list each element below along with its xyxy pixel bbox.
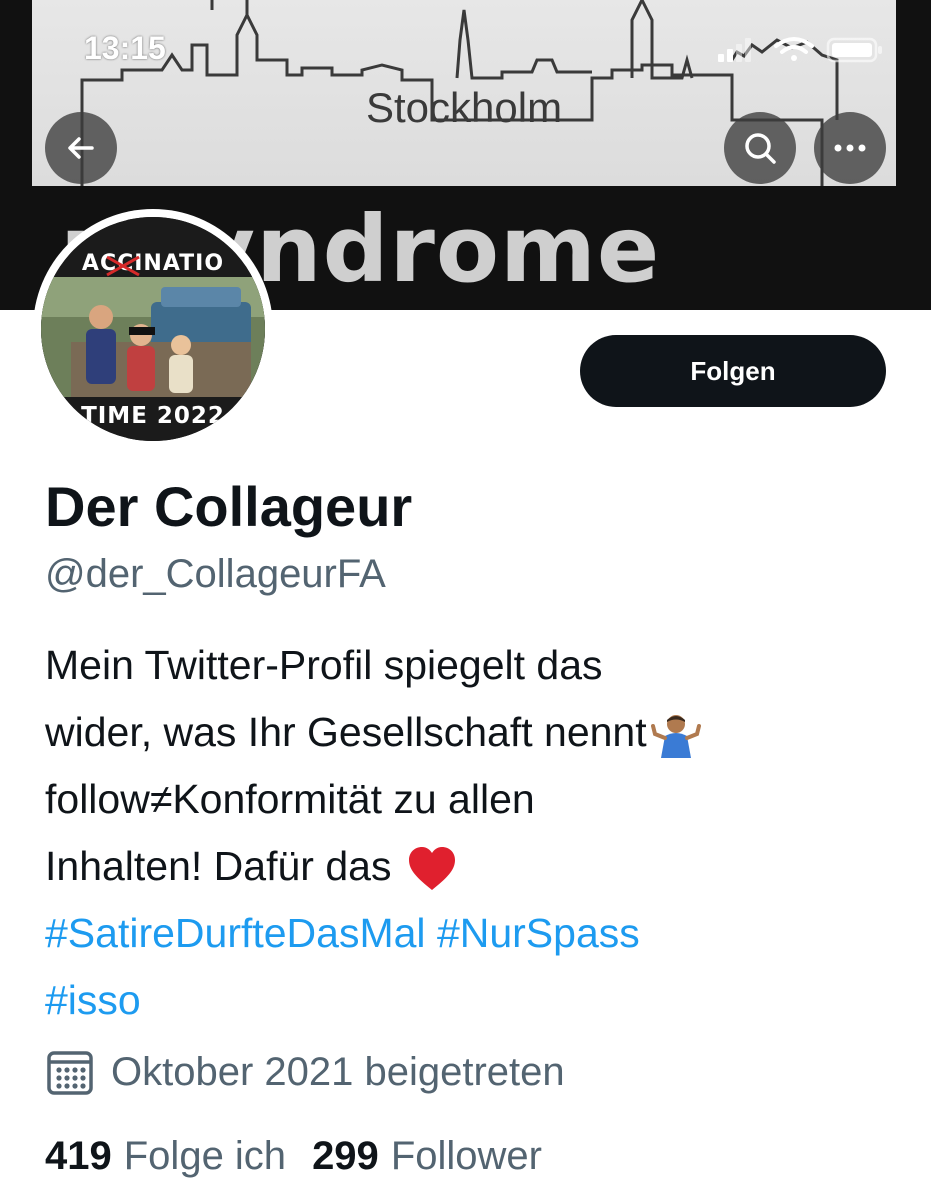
bio-line: wider, was Ihr Gesellschaft nennt	[45, 699, 905, 766]
following-count: 419	[45, 1133, 112, 1178]
avatar-bottom-text: TIME 2022	[81, 403, 225, 429]
following-label: Folge ich	[123, 1133, 287, 1178]
bio-text: wider, was Ihr Gesellschaft nennt	[45, 709, 647, 755]
profile-bio: Mein Twitter-Profil spiegelt das wider, …	[45, 632, 905, 1034]
hashtag-link[interactable]: #isso	[45, 977, 141, 1023]
more-button[interactable]	[814, 112, 886, 184]
hashtags-line: #SatireDurfteDasMal #NurSpass	[45, 900, 905, 967]
bio-line: follow≠Konformität zu allen	[45, 766, 905, 833]
back-button[interactable]	[45, 112, 117, 184]
profile-page: Stockholm r syndrome 13:15 ACCINATIO TIM…	[0, 0, 931, 1200]
red-heart-emoji	[408, 847, 455, 891]
bio-text: follow≠Konformität zu allen	[45, 776, 535, 822]
arrow-left-icon	[68, 137, 94, 159]
follow-button[interactable]: Folgen	[580, 335, 886, 407]
joined-date: Oktober 2021 beigetreten	[45, 1042, 565, 1102]
hashtag-link[interactable]: #SatireDurfteDasMal	[45, 910, 426, 956]
status-icons	[718, 37, 882, 63]
following-stat[interactable]: 419 Folge ich	[45, 1134, 286, 1179]
avatar[interactable]: ACCINATIO TIME 2022	[33, 209, 273, 449]
hashtag-link[interactable]: #NurSpass	[437, 910, 640, 956]
more-icon	[834, 144, 866, 152]
followers-count: 299	[312, 1133, 379, 1178]
bio-line: Mein Twitter-Profil spiegelt das	[45, 632, 905, 699]
search-button[interactable]	[724, 112, 796, 184]
banner-city-text: Stockholm	[366, 84, 563, 131]
joined-text: Oktober 2021 beigetreten	[111, 1049, 565, 1094]
wifi-icon	[774, 37, 814, 61]
profile-stats: 419 Folge ich 299 Follower	[45, 1126, 542, 1186]
battery-icon	[826, 37, 882, 63]
profile-handle: @der_CollageurFA	[45, 552, 386, 596]
followers-label: Follower	[390, 1133, 542, 1178]
bio-text: Mein Twitter-Profil spiegelt das	[45, 642, 603, 688]
avatar-image: ACCINATIO TIME 2022	[41, 217, 265, 441]
bio-line: Inhalten! Dafür das	[45, 833, 905, 900]
search-icon	[745, 133, 776, 164]
calendar-icon	[47, 1051, 93, 1095]
bio-text: Inhalten! Dafür das	[45, 843, 392, 889]
shrugging-person-emoji	[650, 715, 701, 759]
hashtags-line: #isso	[45, 967, 905, 1034]
cellular-signal-icon	[718, 38, 751, 62]
status-time: 13:15	[84, 30, 166, 66]
profile-name: Der Collageur	[45, 475, 413, 538]
followers-stat[interactable]: 299 Follower	[312, 1134, 542, 1179]
